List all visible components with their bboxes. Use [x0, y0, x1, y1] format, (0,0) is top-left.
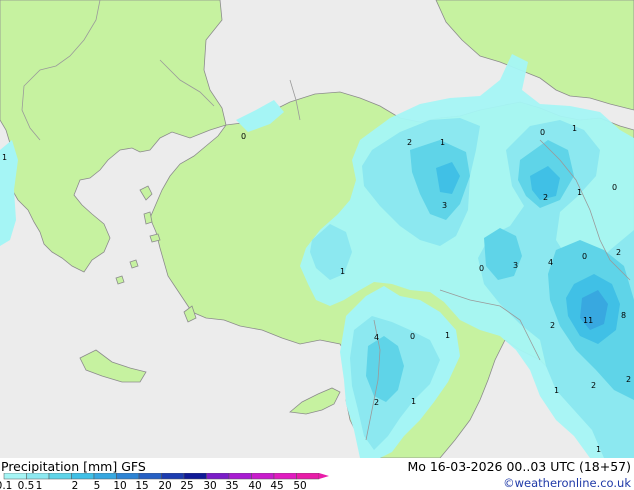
- scale-label: 50: [293, 480, 306, 490]
- scale-swatch: [26, 473, 50, 480]
- scale-swatch: [93, 473, 117, 480]
- scale-swatch: [251, 473, 275, 480]
- scale-label: 30: [203, 480, 216, 490]
- map-label: 8: [621, 311, 626, 320]
- scale-swatch: [138, 473, 162, 480]
- scale-label: 35: [225, 480, 238, 490]
- product-label: Precipitation [mm]: [1, 459, 118, 474]
- valid-time: Mo 16-03-2026 00..03 UTC (18+57): [407, 459, 631, 474]
- map-label: 2: [591, 381, 596, 390]
- scale-label: 10: [113, 480, 126, 490]
- map-label: 1: [2, 153, 7, 162]
- scale-swatch: [71, 473, 95, 480]
- scale-swatch: [273, 473, 297, 480]
- map-label: 2: [616, 248, 621, 257]
- map-label: 1: [340, 267, 345, 276]
- map-label: 1: [596, 445, 601, 454]
- scale-swatch: [161, 473, 185, 480]
- map-label: 4: [374, 333, 379, 342]
- scale-label: 45: [270, 480, 283, 490]
- scale-swatch: [296, 473, 320, 480]
- scale-swatch: [3, 473, 27, 480]
- map-label: 0: [241, 132, 246, 141]
- model-label: GFS: [121, 459, 146, 474]
- scale-label: 1: [36, 480, 43, 490]
- scale-label: 0.1: [0, 480, 12, 490]
- map-title: Precipitation [mm] GFS: [1, 459, 146, 474]
- scale-swatch: [183, 473, 207, 480]
- map-label: 2: [550, 321, 555, 330]
- precipitation-map-view: 0 2 1 0 1 1 3 2 1 0 0 3 4 0 2 1 4 0 1 2 …: [0, 0, 634, 490]
- map-label: 4: [548, 258, 553, 267]
- scale-swatch: [48, 473, 72, 480]
- scale-label: 40: [248, 480, 261, 490]
- scale-label: 20: [158, 480, 171, 490]
- color-scale: 0.10.5125101520253035404550: [0, 473, 329, 490]
- forecast-map[interactable]: 0 2 1 0 1 1 3 2 1 0 0 3 4 0 2 1 4 0 1 2 …: [0, 0, 634, 458]
- map-label: 3: [442, 201, 447, 210]
- scale-label: 5: [94, 480, 101, 490]
- map-label: 3: [513, 261, 518, 270]
- land-island-cyclades: [115, 275, 125, 285]
- map-label: 1: [411, 397, 416, 406]
- map-label: 2: [407, 138, 412, 147]
- map-label: 1: [577, 188, 582, 197]
- map-label: 2: [374, 398, 379, 407]
- scale-arrow: [319, 473, 329, 479]
- map-label: 0: [410, 332, 415, 341]
- scale-swatch: [116, 473, 140, 480]
- map-label: 2: [626, 375, 631, 384]
- scale-label: 15: [135, 480, 148, 490]
- land-island-cyclades-2: [129, 259, 139, 269]
- scale-label: 25: [180, 480, 193, 490]
- map-label: 1: [554, 386, 559, 395]
- map-label: 1: [445, 331, 450, 340]
- map-label: 1: [572, 124, 577, 133]
- scale-label: 0.5: [18, 480, 35, 490]
- map-label: 0: [612, 183, 617, 192]
- map-label: 11: [583, 316, 593, 325]
- map-label: 0: [540, 128, 545, 137]
- scale-label: 2: [72, 480, 79, 490]
- map-label: 2: [543, 193, 548, 202]
- map-label: 1: [440, 138, 445, 147]
- map-label: 0: [582, 252, 587, 261]
- credit-link[interactable]: ©weatheronline.co.uk: [503, 476, 631, 490]
- map-label: 0: [479, 264, 484, 273]
- legend-bar: Precipitation [mm] GFS Mo 16-03-2026 00..…: [0, 458, 634, 490]
- scale-swatch: [206, 473, 230, 480]
- scale-swatch: [228, 473, 252, 480]
